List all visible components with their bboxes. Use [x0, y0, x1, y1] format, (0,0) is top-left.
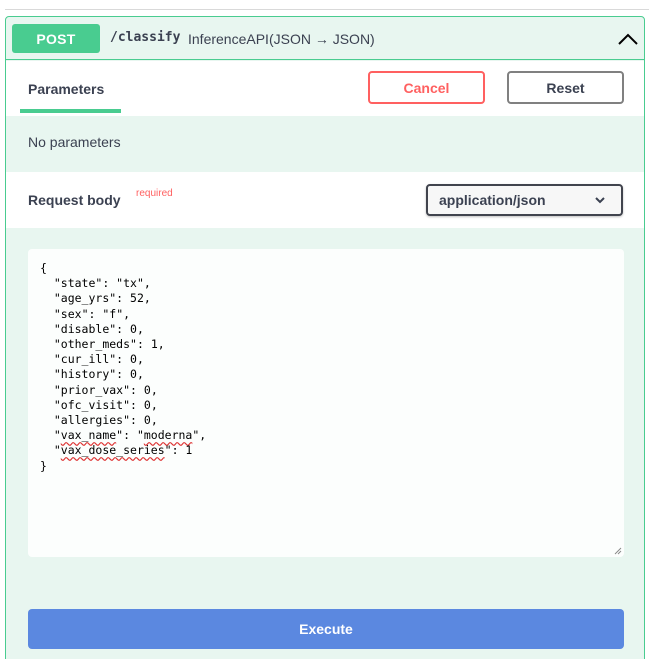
code-text: " [40, 443, 61, 458]
code-key: sex [60, 306, 82, 321]
code-value: 0 [130, 352, 137, 367]
code-text: ": [109, 367, 131, 382]
code-text: , [157, 337, 165, 352]
code-value: 0 [143, 397, 151, 412]
code-text: " [40, 428, 61, 443]
code-line: "prior_vax": 0, [40, 383, 612, 398]
code-text: ": [130, 337, 151, 352]
code-text: ": [164, 443, 186, 458]
code-line: "cur_ill": 0, [40, 352, 612, 367]
code-text: , [136, 352, 144, 367]
code-line: "state": "tx", [40, 276, 612, 291]
operation-summary[interactable]: POST /classify InferenceAPI(JSON → JSON) [6, 17, 644, 60]
code-key: ofc_visit [60, 397, 124, 412]
operation-description: InferenceAPI(JSON → JSON) [188, 31, 375, 47]
content-type-value: application/json [439, 192, 546, 208]
code-key: vax_name [60, 428, 117, 443]
execute-button[interactable]: Execute [28, 609, 624, 649]
code-text: " [40, 291, 61, 306]
content-type-select[interactable]: application/json [426, 184, 623, 216]
code-text: , [150, 397, 158, 412]
code-text: " [40, 367, 61, 382]
code-value: tx [123, 276, 137, 291]
code-text: ": " [95, 276, 124, 291]
code-text: " [40, 306, 61, 321]
code-value: 52 [130, 291, 144, 306]
required-badge: required [136, 188, 173, 199]
code-key: history [60, 367, 110, 382]
code-text: " [40, 276, 61, 291]
cancel-button[interactable]: Cancel [368, 71, 485, 104]
code-text: ", [192, 428, 207, 443]
code-value: 0 [130, 367, 137, 382]
code-key: other_meds [60, 337, 131, 352]
no-parameters-text: No parameters [28, 134, 121, 150]
code-text: " [40, 382, 61, 397]
operation-block: POST /classify InferenceAPI(JSON → JSON)… [5, 16, 645, 659]
code-line: "vax_dose_series": 1 [40, 443, 612, 458]
code-key: age_yrs [60, 291, 110, 306]
code-line: "age_yrs": 52, [40, 291, 612, 306]
code-line: "history": 0, [40, 367, 612, 382]
request-body-editor[interactable]: { "state": "tx", "age_yrs": 52, "sex": "… [28, 249, 624, 557]
method-badge: POST [12, 24, 100, 53]
top-divider [5, 9, 649, 10]
code-text: , [150, 382, 158, 397]
chevron-down-icon [595, 197, 605, 204]
code-key: state [60, 276, 96, 291]
code-text: ", [116, 306, 131, 321]
code-text: ": " [116, 428, 144, 443]
code-value: 0 [130, 321, 137, 336]
code-line: "sex": "f", [40, 307, 612, 322]
reset-button[interactable]: Reset [507, 71, 624, 104]
code-text: " [40, 321, 61, 336]
code-text: , [143, 291, 151, 306]
code-text: } [40, 458, 47, 473]
code-text: , [136, 321, 144, 336]
code-line: "vax_name": "moderna", [40, 428, 612, 443]
code-line: } [40, 459, 612, 474]
tab-active-indicator [20, 109, 121, 113]
code-text: ": [109, 321, 131, 336]
code-text: ", [136, 276, 151, 291]
code-line: { [40, 261, 612, 276]
code-text: " [40, 337, 61, 352]
code-line: "allergies": 0, [40, 413, 612, 428]
code-text: ": [123, 382, 144, 397]
request-body-label: Request body [28, 192, 121, 208]
code-value: 0 [143, 382, 151, 397]
code-key: prior_vax [60, 382, 124, 397]
chevron-up-icon[interactable] [616, 30, 640, 48]
code-key: vax_dose_series [60, 443, 165, 458]
code-text: ": " [81, 306, 110, 321]
code-text: " [40, 352, 61, 367]
request-body-header: Request body required application/json [6, 172, 644, 228]
tab-parameters[interactable]: Parameters [28, 81, 104, 97]
code-text: ": [123, 413, 144, 428]
code-line: "ofc_visit": 0, [40, 398, 612, 413]
resize-handle-icon[interactable] [614, 547, 622, 555]
code-text: ": [123, 397, 144, 412]
operation-path: /classify [110, 30, 181, 45]
code-line: "other_meds": 1, [40, 337, 612, 352]
code-key: allergies [60, 413, 124, 428]
code-text: ": [109, 352, 131, 367]
code-text: { [40, 261, 47, 275]
request-body-code: { "state": "tx", "age_yrs": 52, "sex": "… [40, 261, 612, 474]
code-value: 1 [185, 443, 193, 458]
code-key: disable [60, 321, 110, 336]
code-text: ": [109, 291, 131, 306]
code-text: " [40, 397, 61, 412]
code-text: " [40, 413, 61, 428]
code-text: , [150, 413, 158, 428]
code-line: "disable": 0, [40, 322, 612, 337]
code-key: cur_ill [60, 352, 110, 367]
code-text: , [136, 367, 144, 382]
code-value: 1 [150, 337, 158, 352]
code-value: moderna [143, 428, 193, 443]
code-value: 0 [143, 413, 151, 428]
